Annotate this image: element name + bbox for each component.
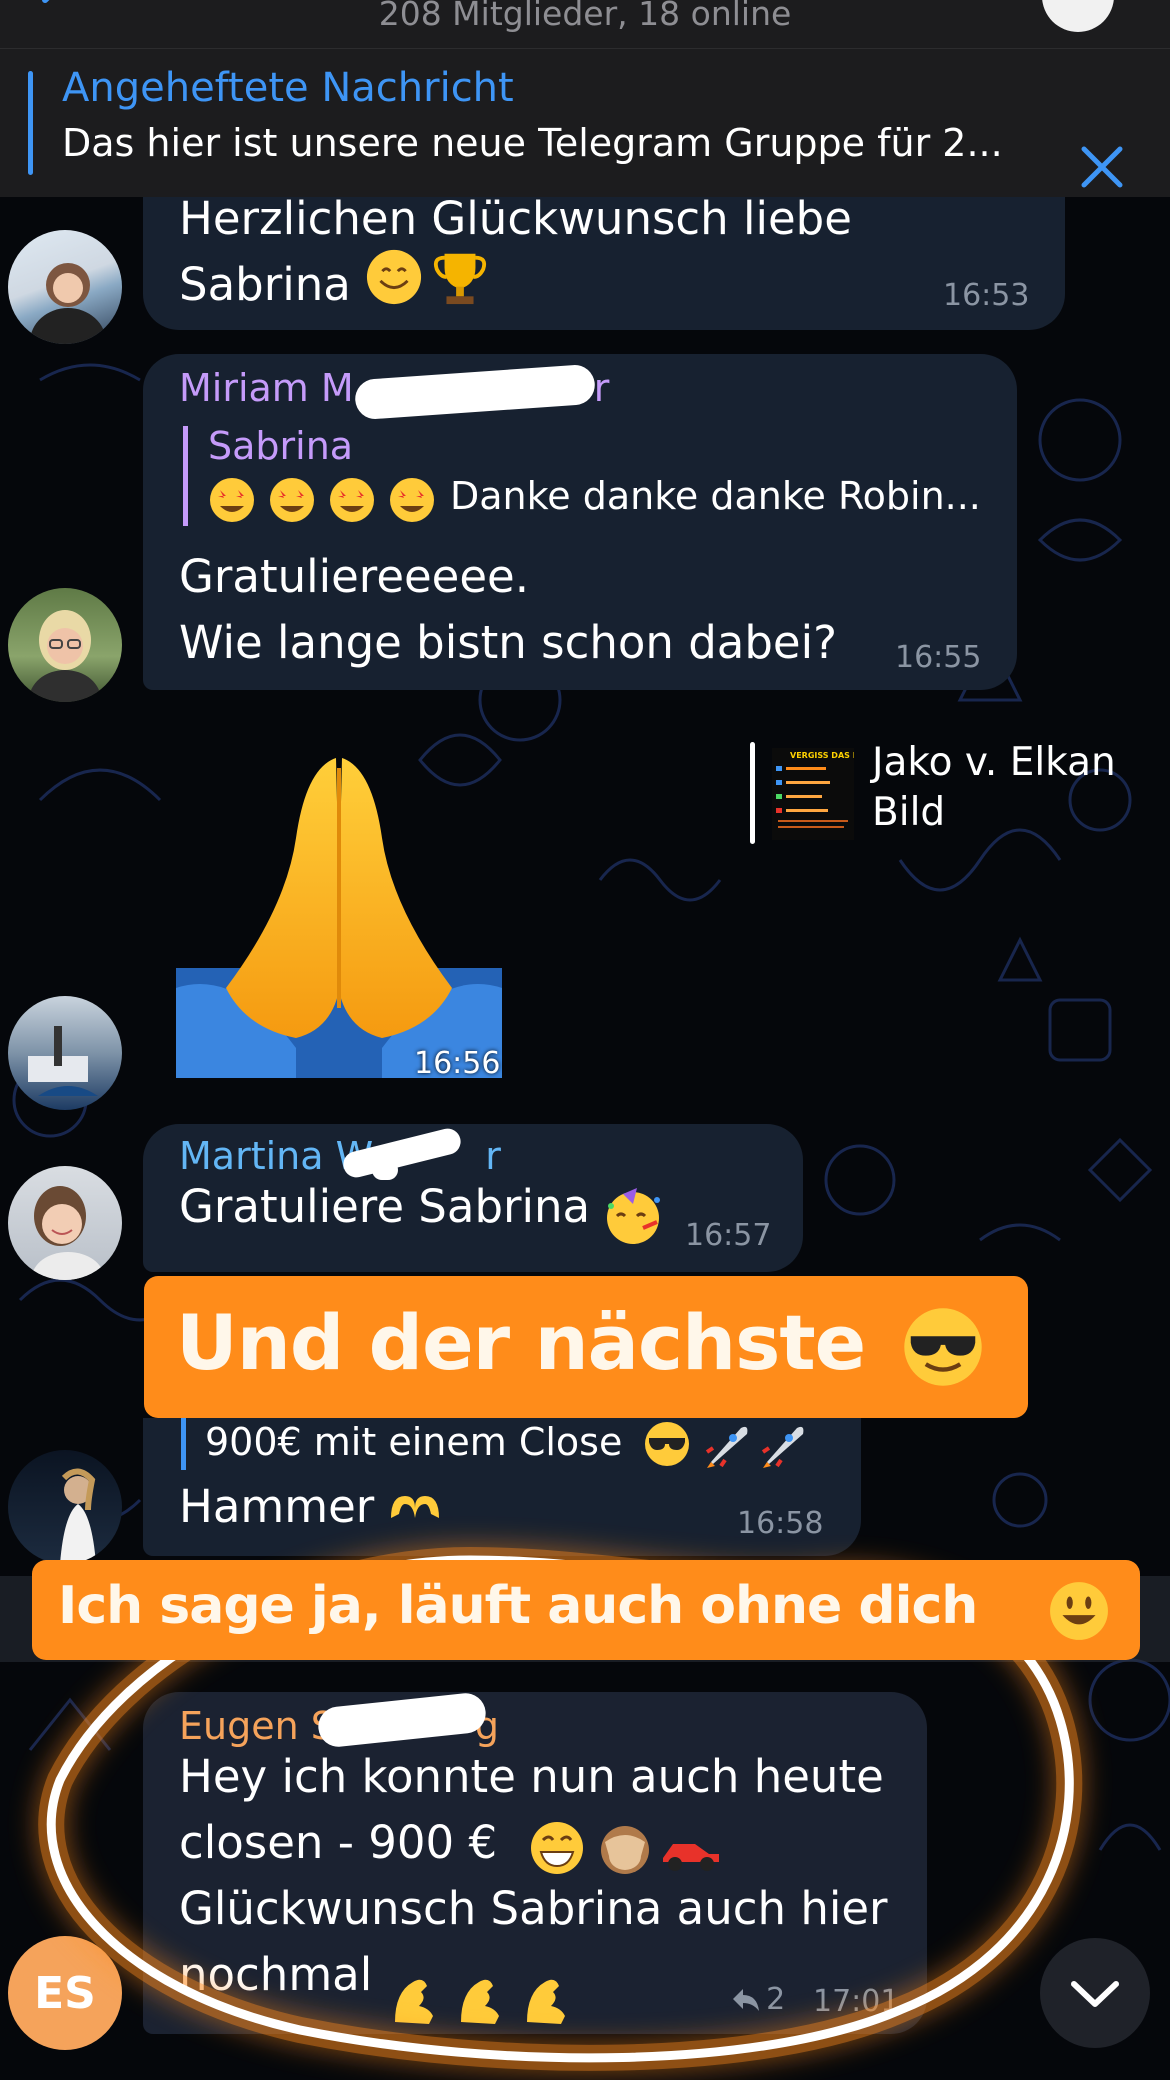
message-bubble[interactable]: Miriam M r Sabrina Danke danke danke Robi… xyxy=(143,354,1017,690)
avatar[interactable] xyxy=(8,1450,122,1564)
grin-monkey-car-emojis xyxy=(531,1822,719,1874)
avatar[interactable] xyxy=(8,588,122,702)
star-struck-emojis xyxy=(208,476,448,524)
reply-bar xyxy=(750,742,755,844)
close-icon[interactable] xyxy=(1078,143,1126,191)
message-text: Hammer xyxy=(179,1480,375,1533)
overlay-caption: Ich sage ja, läuft auch ohne dich xyxy=(32,1560,1140,1660)
avatar[interactable] xyxy=(8,996,122,1110)
reply-sender: Jako v. Elkan xyxy=(872,740,1116,785)
avatar-initials: ES xyxy=(34,1967,96,2019)
message-text: Gratuliereeeee. Wie lange bistn schon da… xyxy=(179,550,837,669)
reply-bar xyxy=(181,1418,186,1470)
pinned-title: Angeheftete Nachricht xyxy=(62,65,514,111)
message-bubble[interactable]: Eugen Sg Hey ich konnte nun auch heute c… xyxy=(143,1692,927,2034)
praying-hands-sticker[interactable]: 16:56 xyxy=(176,738,502,1081)
caption-text: Ich sage ja, läuft auch ohne dich xyxy=(58,1576,978,1636)
reply-thumbnail: VERGISS DAS NIE xyxy=(772,748,854,840)
pinned-message[interactable]: Angeheftete Nachricht Das hier ist unser… xyxy=(0,48,1170,197)
pinned-text: Das hier ist unsere neue Telegram Gruppe… xyxy=(62,121,1003,165)
avatar[interactable]: ES xyxy=(8,1936,122,2050)
heart-hands-emoji-icon xyxy=(391,1496,439,1518)
overlay-caption: Und der nächste xyxy=(144,1276,1028,1418)
redaction-mark xyxy=(372,1160,398,1180)
reply-preview[interactable]: Sabrina Danke danke danke Robin... xyxy=(183,424,981,526)
reply-arrow-icon xyxy=(733,1988,759,2011)
sender-name-suffix: r xyxy=(485,1134,501,1178)
praying-hands-icon xyxy=(176,758,502,1078)
message-bubble[interactable]: Herzlichen Glückwunsch liebe Sabrina 16:… xyxy=(143,192,1065,330)
sunglasses-emoji-icon xyxy=(904,1308,982,1386)
sunglasses-rocket-emojis xyxy=(645,1422,804,1468)
trophy-emoji-icon xyxy=(433,253,487,305)
sender-name-prefix: Martina W xyxy=(179,1134,374,1178)
flexed-biceps-emojis xyxy=(395,1979,565,2024)
message-bubble[interactable]: 900€ mit einem Close Hammer 16:58 xyxy=(143,1418,861,1556)
caption-text: Und der nächste xyxy=(176,1298,866,1387)
pinned-bar xyxy=(28,71,33,175)
chat-header: 208 Mitglieder, 18 online xyxy=(0,0,1170,48)
chevron-down-icon xyxy=(1071,1981,1119,2007)
scroll-down-button[interactable] xyxy=(1040,1938,1150,2048)
message-time: 16:58 xyxy=(737,1506,824,1541)
message-time: 16:53 xyxy=(943,278,1030,313)
message-time: 16:55 xyxy=(895,640,982,675)
member-count[interactable]: 208 Mitglieder, 18 online xyxy=(0,0,1170,33)
message-text: Gratuliere Sabrina xyxy=(179,1180,591,1233)
reply-text: Bild xyxy=(872,790,946,835)
reply-text: Danke danke danke Robin... xyxy=(450,474,981,518)
party-face-emoji-icon xyxy=(607,1188,660,1244)
smiley-emoji-icon xyxy=(1050,1582,1108,1640)
message-time: 16:56 xyxy=(414,1046,501,1081)
reply-count: 2 xyxy=(766,1982,786,2017)
sender-name-suffix: r xyxy=(593,366,610,410)
reply-counter[interactable]: 2 xyxy=(731,1982,785,2022)
reply-text: 900€ mit einem Close xyxy=(205,1420,623,1464)
sender-name-prefix: Eugen S xyxy=(179,1704,335,1748)
message-time: 16:57 xyxy=(685,1218,772,1253)
smile-emoji-icon xyxy=(366,249,422,305)
sender-name-prefix: Miriam M xyxy=(179,366,354,410)
reply-preview[interactable]: VERGISS DAS NIE Jako v. Elkan Bild xyxy=(750,740,1150,846)
thumbnail-text: VERGISS DAS NIE xyxy=(790,751,854,760)
avatar[interactable] xyxy=(8,1166,122,1280)
reply-sender: Sabrina xyxy=(208,424,354,468)
message-time: 17:01 xyxy=(813,1984,900,2019)
message-text: Herzlichen Glückwunsch liebe Sabrina xyxy=(179,192,852,311)
avatar[interactable] xyxy=(8,230,122,344)
message-bubble[interactable]: Martina W r Gratuliere Sabrina 16:57 xyxy=(143,1124,803,1272)
